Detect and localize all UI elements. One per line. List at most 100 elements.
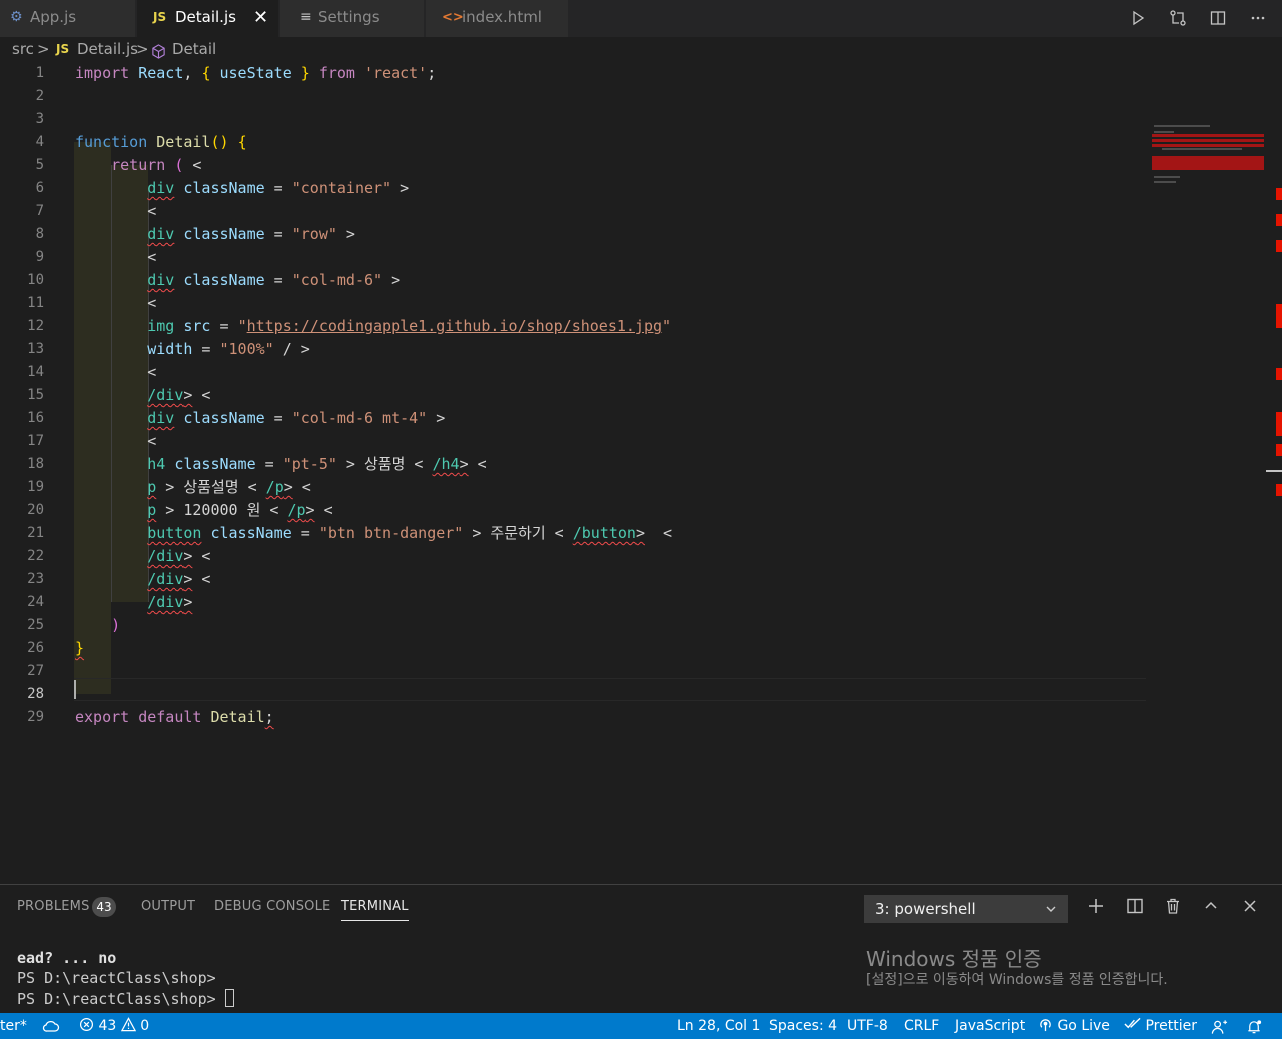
status-prettier[interactable]: Prettier	[1124, 1013, 1197, 1039]
compare-changes-icon[interactable]	[1168, 8, 1188, 28]
html-chevrons-icon: <>	[442, 10, 464, 25]
close-panel-icon[interactable]	[1239, 897, 1261, 919]
code-line-22: /div> <	[147, 547, 211, 565]
code-line-18: h4 className = "pt-5" > 상품명 < /h4> <	[147, 455, 487, 473]
line-number: 5	[35, 157, 44, 173]
feedback-person-icon[interactable]	[1211, 1018, 1228, 1039]
close-icon[interactable]: ✕	[253, 0, 268, 35]
terminal-select-value: 3: powershell	[875, 900, 976, 918]
minimap[interactable]	[1152, 124, 1264, 184]
line-number: 22	[27, 548, 44, 564]
tab-problems[interactable]: PROBLEMS	[17, 899, 90, 914]
tab-terminal[interactable]: TERMINAL	[341, 899, 409, 921]
status-eol[interactable]: CRLF	[904, 1013, 939, 1039]
code-line-10: div className = "col-md-6" >	[147, 271, 401, 289]
code-editor[interactable]: 1 2 3 4 5 6 7 8 9 10 11 12 13 14 15 16 17 18 19 20 21 22 23 24 2…	[0, 62, 1282, 884]
tab-output[interactable]: OUTPUT	[141, 899, 195, 914]
line-number: 29	[27, 709, 44, 725]
code-line-20: p > 120000 원 < /p> <	[147, 501, 333, 519]
line-number: 2	[35, 88, 44, 104]
maximize-panel-chevron-up-icon[interactable]	[1200, 897, 1222, 919]
code-line-7: <	[75, 202, 157, 220]
trash-icon[interactable]	[1162, 897, 1184, 919]
editor-scrollbar[interactable]	[1266, 124, 1282, 946]
line-number: 17	[27, 433, 44, 449]
run-icon[interactable]	[1128, 8, 1148, 28]
code-line-5: return ( <	[111, 156, 202, 174]
line-number: 21	[27, 525, 44, 541]
tab-label: index.html	[462, 8, 542, 26]
line-number: 26	[27, 640, 44, 656]
breadcrumb-symbol[interactable]: Detail	[172, 37, 216, 62]
go-live-label: Go Live	[1057, 1018, 1110, 1034]
line-number: 7	[35, 203, 44, 219]
line-number: 24	[27, 594, 44, 610]
line-number: 28	[27, 686, 44, 702]
current-line-highlight	[74, 678, 1146, 701]
line-number: 9	[35, 249, 44, 265]
code-line-19: p > 상품설명 < /p> <	[147, 478, 311, 496]
tab-debug-console[interactable]: DEBUG CONSOLE	[214, 899, 330, 914]
status-cursor-position[interactable]: Ln 28, Col 1	[677, 1013, 760, 1039]
prettier-label: Prettier	[1145, 1018, 1197, 1034]
line-number: 15	[27, 387, 44, 403]
breadcrumb-separator: >	[37, 40, 50, 58]
code-line-26: }	[75, 639, 85, 657]
line-number: 1	[35, 65, 44, 81]
split-terminal-icon[interactable]	[1124, 897, 1146, 919]
tab-label: Detail.js	[175, 8, 236, 26]
line-number: 11	[27, 295, 44, 311]
status-go-live[interactable]: Go Live	[1038, 1013, 1110, 1039]
tab-detail-js[interactable]: JS Detail.js ✕	[137, 0, 279, 37]
notifications-bell-icon[interactable]	[1246, 1018, 1263, 1039]
line-number: 18	[27, 456, 44, 472]
breadcrumb-folder[interactable]: src	[12, 37, 34, 62]
error-icon	[79, 1017, 98, 1034]
code-line-9: <	[75, 248, 157, 266]
line-number: 23	[27, 571, 44, 587]
chevron-down-icon	[1045, 896, 1057, 931]
code-line-21: button className = "btn btn-danger" > 주문…	[147, 524, 673, 542]
new-terminal-plus-icon[interactable]	[1085, 897, 1107, 919]
tab-index-html[interactable]: <> index.html	[426, 0, 569, 37]
breadcrumb-file[interactable]: Detail.js	[77, 37, 138, 62]
warning-icon	[120, 1017, 140, 1034]
split-editor-icon[interactable]	[1208, 8, 1228, 28]
status-branch-cut[interactable]: ter*	[0, 1013, 27, 1039]
sync-cloud-icon[interactable]	[42, 1018, 60, 1039]
settings-list-icon: ≡	[300, 9, 312, 25]
tab-label: App.js	[30, 8, 77, 26]
line-number: 13	[27, 341, 44, 357]
gear-icon: ⚙	[10, 9, 23, 25]
broadcast-icon	[1038, 1018, 1057, 1034]
terminal-prompt-line[interactable]: PS D:\reactClass\shop>	[17, 989, 234, 1008]
line-number: 19	[27, 479, 44, 495]
status-encoding[interactable]: UTF-8	[847, 1013, 888, 1039]
code-line-23: /div> <	[147, 570, 211, 588]
code-line-6: div className = "container" >	[147, 179, 410, 197]
code-line-15: /div> <	[147, 386, 211, 404]
tab-settings[interactable]: ≡ Settings	[280, 0, 425, 37]
problems-count-badge: 43	[92, 897, 116, 917]
line-number: 10	[27, 272, 44, 288]
error-count: 43	[98, 1018, 117, 1034]
more-actions-icon[interactable]	[1248, 8, 1268, 28]
code-line-14: <	[75, 363, 157, 381]
terminal-select[interactable]: 3: powershell	[864, 895, 1068, 923]
status-indentation[interactable]: Spaces: 4	[769, 1013, 837, 1039]
warning-count: 0	[140, 1018, 150, 1034]
line-number: 20	[27, 502, 44, 518]
tab-app-js[interactable]: ⚙ App.js	[0, 0, 136, 37]
js-icon: JS	[153, 10, 167, 24]
line-number: 8	[35, 226, 44, 242]
line-number: 4	[35, 134, 44, 150]
terminal-cursor	[224, 989, 234, 1007]
status-problems[interactable]: 43 0	[79, 1013, 149, 1039]
windows-activation-title: Windows 정품 인증	[866, 947, 1042, 971]
line-number: 3	[35, 111, 44, 127]
status-language[interactable]: JavaScript	[955, 1013, 1025, 1039]
double-check-icon	[1124, 1017, 1145, 1034]
code-line-13: width = "100%" / >	[147, 340, 310, 358]
breadcrumb: src > JS Detail.js > Detail	[0, 37, 1282, 62]
editor-actions	[1128, 0, 1268, 35]
